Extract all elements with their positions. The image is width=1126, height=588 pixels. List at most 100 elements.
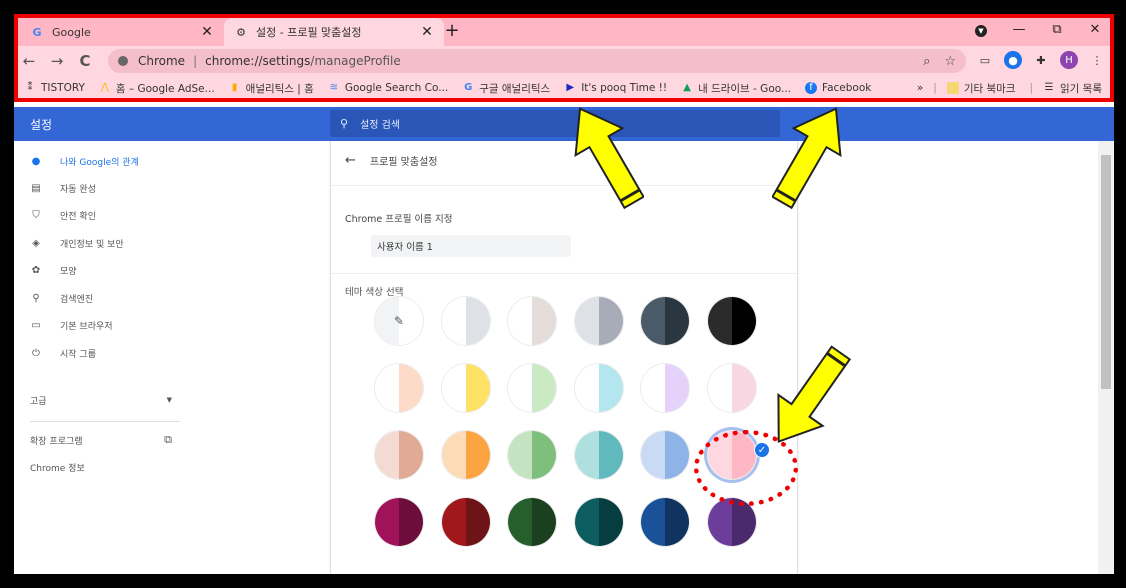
sidebar-item-appearance[interactable]: ✿ 모양	[30, 260, 77, 280]
extension-icon[interactable]: ●	[1004, 51, 1022, 69]
theme-color-swatch[interactable]	[507, 430, 557, 480]
play-icon: ▶	[566, 82, 575, 93]
sidebar-extensions[interactable]: 확장 프로그램 ⧉	[30, 430, 172, 450]
omnibox-host: chrome://settings	[205, 54, 311, 68]
scrollbar[interactable]	[1098, 141, 1114, 574]
cast-icon[interactable]: ▭	[976, 51, 994, 69]
clipboard-icon: ▤	[31, 182, 41, 194]
other-bookmarks[interactable]: 기타 북마크	[946, 81, 1015, 96]
theme-color-swatch[interactable]	[706, 363, 757, 413]
reload-button[interactable]: C	[72, 52, 98, 70]
sidebar-item-label: 개인정보 및 보안	[60, 239, 124, 250]
back-arrow-icon[interactable]: ←	[345, 153, 356, 168]
theme-color-swatch[interactable]	[640, 430, 690, 480]
bookmark-analytics[interactable]: ▮ 애널리틱스 | 홈	[229, 81, 314, 96]
theme-color-swatch[interactable]	[507, 497, 557, 547]
forward-button[interactable]: →	[44, 52, 70, 70]
theme-color-swatch[interactable]	[440, 497, 491, 547]
profile-dropdown-icon[interactable]: ▼	[962, 22, 1000, 37]
chrome-page-icon[interactable]	[118, 56, 128, 66]
avatar[interactable]: H	[1060, 51, 1078, 69]
theme-color-swatch[interactable]: ✎	[374, 296, 424, 346]
tab-google[interactable]: G Google ✕	[20, 18, 224, 46]
person-icon: ●	[31, 155, 41, 167]
scrollbar-thumb[interactable]	[1101, 155, 1111, 389]
theme-color-swatch[interactable]	[640, 363, 690, 413]
sidebar-advanced-label: 고급	[30, 396, 47, 407]
theme-color-swatch[interactable]	[640, 497, 690, 547]
analytics-icon: ▮	[231, 82, 238, 93]
bookmark-pooq[interactable]: ▶ It's pooq Time !!	[564, 82, 667, 94]
arrow-annotation-icon	[574, 107, 644, 210]
bookmark-facebook[interactable]: f Facebook	[805, 82, 871, 94]
window-controls: ▼ — ⧉ ✕	[962, 14, 1114, 44]
tab-close-icon[interactable]: ✕	[420, 24, 434, 40]
new-tab-button[interactable]: +	[442, 20, 462, 41]
bookmark-drive[interactable]: ▲ 내 드라이브 - Goo...	[681, 81, 791, 96]
star-icon[interactable]: ☆	[944, 54, 956, 69]
page-title: 설정	[30, 118, 53, 132]
sidebar-advanced[interactable]: 고급 ▼	[30, 390, 172, 410]
bookmark-label: Facebook	[822, 82, 872, 94]
sidebar-item-autofill[interactable]: ▤ 자동 완성	[30, 178, 96, 198]
minimize-button[interactable]: —	[1000, 22, 1038, 37]
theme-color-swatch[interactable]	[440, 296, 491, 346]
google-g-icon: G	[464, 82, 473, 93]
zoom-icon[interactable]: ⌕	[923, 54, 930, 69]
google-g-icon: G	[32, 25, 42, 39]
sidebar-about-label: Chrome 정보	[30, 463, 85, 474]
omnibox-scheme: Chrome	[138, 54, 186, 68]
sidebar-item-label: 안전 확인	[60, 211, 96, 222]
bookmark-label: Google Search Co...	[344, 82, 449, 94]
sidebar-item-google[interactable]: ● 나와 Google의 관계	[30, 151, 139, 171]
reading-list[interactable]: ☰ 읽기 목록	[1043, 81, 1102, 96]
theme-color-swatch[interactable]	[640, 296, 690, 346]
theme-color-swatch[interactable]	[573, 497, 624, 547]
sidebar-item-search-engine[interactable]: ⚲ 검색엔진	[30, 288, 93, 308]
settings-search-input[interactable]: ⚲ 설정 검색	[330, 110, 780, 137]
sidebar-item-label: 모양	[60, 266, 77, 277]
sidebar-item-safety[interactable]: ⛉ 안전 확인	[30, 205, 96, 225]
tab-close-icon[interactable]: ✕	[200, 24, 214, 40]
theme-color-swatch[interactable]	[507, 296, 557, 346]
theme-color-swatch[interactable]	[440, 363, 491, 413]
back-button[interactable]: ←	[16, 52, 42, 70]
search-placeholder: 설정 검색	[360, 120, 401, 131]
theme-color-swatch[interactable]	[507, 363, 557, 413]
theme-color-swatch[interactable]	[706, 296, 757, 346]
profile-name-input[interactable]: 사용자 이름 1	[371, 235, 571, 257]
menu-icon[interactable]: ⋮	[1088, 51, 1106, 69]
more-bookmarks-button[interactable]: »	[917, 82, 923, 94]
bookmark-divider: |	[1029, 82, 1034, 94]
bookmark-label: 홈 – Google AdSe...	[115, 82, 215, 95]
sidebar-divider	[30, 421, 180, 422]
bookmark-search-console[interactable]: ≋ Google Search Co...	[328, 82, 449, 94]
theme-color-swatch[interactable]	[440, 430, 491, 480]
sidebar-item-label: 기본 브라우저	[60, 321, 113, 332]
pencil-icon: ✎	[393, 314, 405, 328]
sidebar-item-label: 시작 그룹	[60, 349, 96, 360]
divider	[331, 185, 797, 186]
sidebar-about[interactable]: Chrome 정보	[30, 457, 85, 477]
gear-icon: ⚙	[236, 25, 246, 39]
tab-settings[interactable]: ⚙ 설정 - 프로필 맞춤설정 ✕	[224, 18, 444, 46]
sidebar-item-privacy[interactable]: ◈ 개인정보 및 보안	[30, 233, 124, 253]
theme-color-swatch[interactable]	[374, 363, 424, 413]
theme-color-swatch[interactable]	[573, 430, 624, 480]
sidebar-extensions-label: 확장 프로그램	[30, 436, 83, 447]
theme-color-swatch[interactable]	[374, 430, 424, 480]
arrow-annotation-icon	[777, 345, 852, 443]
sidebar-item-startup[interactable]: ⏻ 시작 그룹	[30, 343, 96, 363]
close-window-button[interactable]: ✕	[1076, 22, 1114, 37]
theme-color-swatch[interactable]	[573, 363, 624, 413]
bookmark-tistory[interactable]: ⁑ TISTORY	[24, 82, 85, 94]
bookmark-adsense[interactable]: ⋀ 홈 – Google AdSe...	[99, 81, 215, 96]
puzzle-icon[interactable]: ✚	[1032, 51, 1050, 69]
maximize-button[interactable]: ⧉	[1038, 22, 1076, 37]
sidebar-item-default-browser[interactable]: ▭ 기본 브라우저	[30, 315, 113, 335]
power-icon: ⏻	[32, 347, 40, 359]
theme-color-swatch[interactable]	[573, 296, 624, 346]
bookmark-google-analytics[interactable]: G 구글 애널리틱스	[462, 81, 550, 96]
address-bar[interactable]: Chrome | chrome://settings /manageProfil…	[108, 49, 966, 73]
theme-color-swatch[interactable]	[374, 497, 424, 547]
